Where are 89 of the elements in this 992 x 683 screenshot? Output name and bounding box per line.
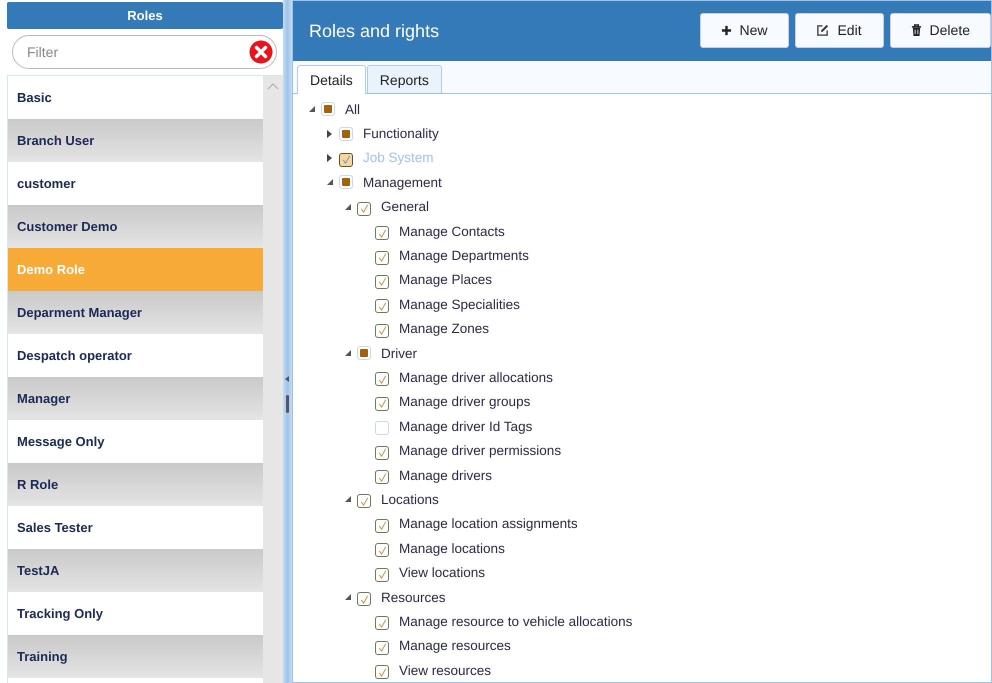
role-item[interactable]: Manager (8, 377, 263, 420)
role-item[interactable]: TestJA (8, 549, 263, 592)
check-icon (376, 666, 388, 678)
checkbox[interactable] (375, 616, 389, 630)
panel-title: Roles (7, 2, 283, 29)
check-icon (376, 252, 388, 264)
tree-label[interactable]: Manage drivers (399, 468, 492, 483)
tree-label[interactable]: Manage Zones (399, 321, 490, 336)
check-icon (376, 276, 388, 288)
tree-label[interactable]: Manage resource to vehicle allocations (399, 614, 632, 629)
checkbox[interactable] (357, 494, 371, 508)
tree-label[interactable]: Resources (381, 590, 446, 604)
collapse-icon[interactable] (285, 376, 289, 382)
check-icon (376, 228, 388, 239)
expanded-icon[interactable] (345, 496, 351, 502)
check-icon (376, 325, 388, 336)
checkbox[interactable] (375, 640, 389, 655)
check-icon (376, 374, 388, 385)
tree-label[interactable]: Manage Specialities (399, 296, 520, 312)
toolbar-button[interactable]: Edit (794, 12, 884, 48)
checkbox[interactable] (375, 299, 389, 314)
tree-label[interactable]: Manage driver groups (399, 394, 530, 410)
expanded-icon[interactable] (345, 594, 351, 600)
expanded-icon[interactable] (327, 179, 333, 186)
expanded-icon[interactable] (309, 106, 315, 112)
tree-label[interactable]: Manage driver permissions (399, 443, 562, 458)
tree-label[interactable]: Locations (381, 492, 439, 507)
role-item[interactable]: Customer Demo (8, 205, 263, 248)
pencil-square-icon (816, 24, 830, 36)
check-icon (376, 447, 388, 458)
check-icon (376, 544, 388, 556)
expanded-icon[interactable] (345, 204, 351, 210)
tab[interactable]: Reports (366, 65, 442, 93)
tree-label[interactable]: Manage resources (399, 638, 511, 654)
checkbox[interactable] (375, 665, 389, 680)
tree-label[interactable]: Manage Contacts (399, 224, 505, 239)
check-icon (376, 618, 388, 629)
check-icon (358, 496, 370, 507)
tree-label[interactable]: Manage locations (399, 540, 505, 556)
role-item[interactable]: Branch User (8, 119, 263, 162)
checkbox[interactable] (375, 543, 389, 558)
expanded-icon[interactable] (345, 350, 351, 356)
checkbox[interactable] (375, 518, 389, 533)
tree-label[interactable]: General (381, 199, 430, 214)
checkbox[interactable] (375, 250, 389, 265)
collapsed-icon[interactable] (327, 130, 332, 138)
checkbox[interactable] (375, 470, 389, 484)
tree-label[interactable]: Manage location assignments (399, 516, 578, 532)
checkbox[interactable] (375, 396, 389, 411)
check-icon (358, 594, 370, 604)
checkbox[interactable] (375, 274, 389, 289)
filter-field[interactable]: Filter (12, 35, 277, 69)
tree-label[interactable]: Manage driver Id Tags (399, 418, 532, 434)
clear-icon[interactable] (249, 40, 273, 64)
scrollbar[interactable] (263, 76, 283, 683)
check-icon (376, 300, 388, 312)
check-icon (340, 154, 352, 166)
checkbox[interactable] (375, 568, 389, 582)
tree-label[interactable]: Manage Places (399, 272, 492, 288)
tree-label[interactable]: Manage driver allocations (399, 370, 553, 385)
trash-icon (910, 24, 922, 36)
checkbox[interactable] (357, 202, 371, 216)
role-item[interactable]: Training (8, 635, 263, 678)
role-item[interactable]: R Role (8, 463, 263, 506)
check-icon (358, 203, 370, 214)
checkbox[interactable] (375, 372, 389, 386)
check-icon (376, 569, 388, 580)
check-icon (376, 472, 388, 483)
toolbar-button[interactable]: New (700, 12, 789, 48)
tree-label[interactable]: All (345, 102, 360, 117)
checkbox[interactable] (375, 446, 389, 460)
splitter-handle[interactable] (286, 395, 289, 413)
check-icon (376, 398, 388, 410)
checkbox[interactable] (375, 324, 389, 338)
tree-label[interactable]: Driver (381, 346, 417, 361)
tree-label[interactable]: Management (363, 174, 442, 190)
tab[interactable]: Details (297, 65, 366, 94)
tree-label[interactable]: Functionality (363, 126, 439, 142)
checkbox[interactable] (357, 592, 371, 606)
role-item[interactable]: Deparment Manager (8, 291, 263, 334)
check-icon (376, 520, 388, 532)
tree-label[interactable]: Manage Departments (399, 248, 529, 264)
checkbox[interactable] (375, 226, 389, 240)
page-title: Roles and rights (309, 20, 440, 42)
plus-icon (720, 24, 732, 36)
tree-label[interactable]: View resources (399, 662, 492, 678)
toolbar-button[interactable]: Delete (890, 12, 991, 48)
tree-label[interactable]: View locations (399, 565, 486, 580)
check-icon (376, 642, 388, 654)
